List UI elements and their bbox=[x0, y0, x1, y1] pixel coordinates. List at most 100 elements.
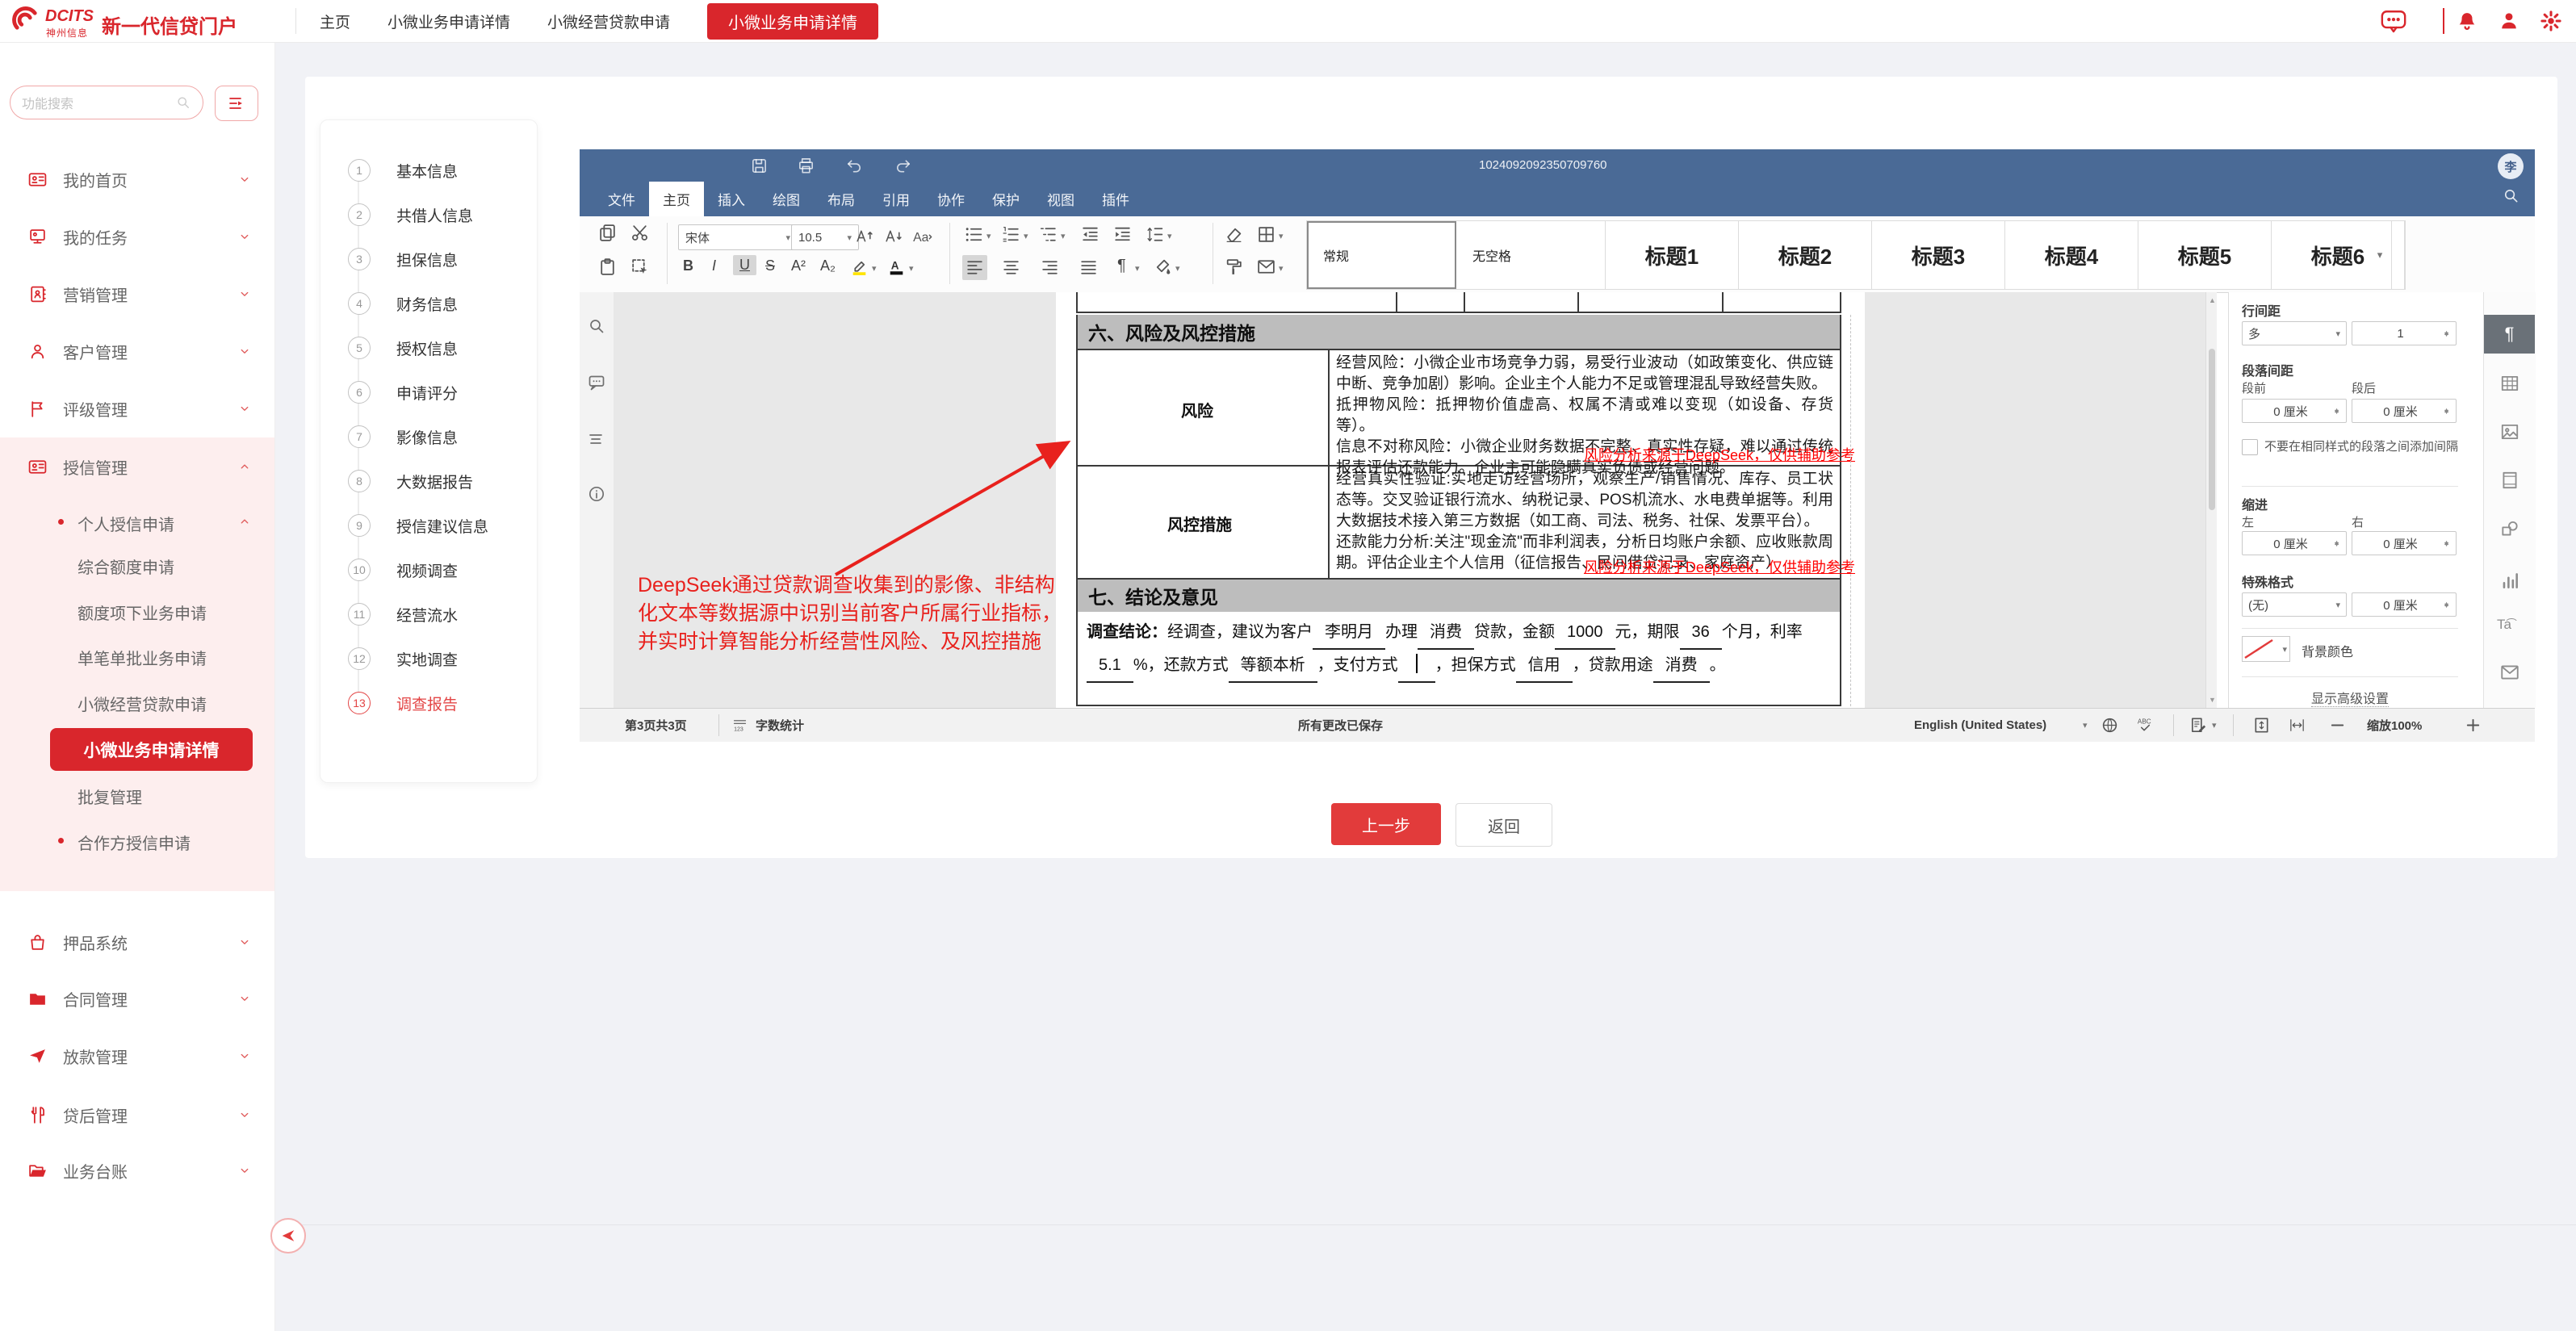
navigation-icon[interactable] bbox=[587, 429, 606, 449]
about-icon[interactable] bbox=[587, 484, 606, 504]
editor-tab-保护[interactable]: 保护 bbox=[978, 182, 1033, 216]
paste-icon[interactable] bbox=[597, 257, 618, 277]
zoom-in-icon[interactable] bbox=[2464, 716, 2482, 735]
style-常规[interactable]: 常规 bbox=[1307, 221, 1456, 289]
editor-tab-主页[interactable]: 主页 bbox=[649, 182, 704, 216]
step-10-视频调查[interactable]: 10视频调查 bbox=[320, 559, 537, 581]
mailmerge-icon[interactable] bbox=[1256, 257, 1276, 277]
shrink-font-icon[interactable] bbox=[883, 226, 903, 246]
grow-font-icon[interactable] bbox=[854, 226, 874, 246]
style-标题5[interactable]: 标题5 bbox=[2138, 221, 2272, 289]
table-settings-tab[interactable] bbox=[2499, 373, 2520, 394]
editor-tab-布局[interactable]: 布局 bbox=[814, 182, 869, 216]
find-icon[interactable] bbox=[587, 316, 606, 336]
editor-tab-视图[interactable]: 视图 bbox=[1033, 182, 1088, 216]
sidebar-item-押品系统[interactable]: 押品系统 bbox=[0, 919, 274, 965]
style-无空格[interactable]: 无空格 bbox=[1456, 221, 1606, 289]
panel-collapse-button[interactable] bbox=[270, 1218, 306, 1254]
sidebar-subitem-合作方授信申请[interactable]: 合作方授信申请 bbox=[77, 831, 191, 854]
print-icon[interactable] bbox=[797, 157, 815, 175]
spacing-before-stepper[interactable]: 0 厘米▲▼ bbox=[2242, 399, 2347, 423]
fit-width-icon[interactable] bbox=[2288, 716, 2306, 735]
spellcheck-icon[interactable]: ABC bbox=[2136, 716, 2155, 735]
sidebar-item-评级管理[interactable]: 评级管理 bbox=[0, 386, 274, 431]
sidebar-subitem-单笔单批业务申请[interactable]: 单笔单批业务申请 bbox=[77, 646, 207, 669]
editor-tab-引用[interactable]: 引用 bbox=[869, 182, 924, 216]
style-标题3[interactable]: 标题3 bbox=[1872, 221, 2005, 289]
superscript-button[interactable]: A² bbox=[791, 257, 806, 274]
header-tab-3[interactable]: 小微经营贷款申请 bbox=[547, 10, 670, 32]
prev-step-button[interactable]: 上一步 bbox=[1331, 803, 1441, 845]
font-name-select[interactable]: 宋体▾ bbox=[678, 224, 798, 250]
sidebar-item-合同管理[interactable]: 合同管理 bbox=[0, 976, 274, 1021]
bullet-list-icon[interactable] bbox=[964, 224, 984, 245]
back-button[interactable]: 返回 bbox=[1456, 803, 1552, 847]
image-settings-tab[interactable] bbox=[2499, 421, 2520, 442]
cut-icon[interactable] bbox=[630, 223, 650, 243]
scrollbar-thumb[interactable] bbox=[2209, 349, 2215, 510]
font-color-chevron[interactable]: ▾ bbox=[909, 263, 914, 274]
special-format-amount-stepper[interactable]: 0 厘米▲▼ bbox=[2352, 592, 2457, 617]
sidebar-subitem-批复管理[interactable]: 批复管理 bbox=[77, 785, 142, 808]
same-style-checkbox[interactable] bbox=[2242, 439, 2258, 455]
step-2-共借人信息[interactable]: 2共借人信息 bbox=[320, 203, 537, 226]
set-language-icon[interactable] bbox=[2101, 716, 2119, 735]
textart-settings-tab[interactable]: Ta͡ bbox=[2497, 617, 2511, 633]
step-11-经营流水[interactable]: 11经营流水 bbox=[320, 603, 537, 626]
editor-tab-文件[interactable]: 文件 bbox=[594, 182, 649, 216]
editor-avatar[interactable]: 李 bbox=[2498, 153, 2524, 179]
sidebar-subitem-个人授信申请[interactable]: 个人授信申请 bbox=[77, 512, 174, 535]
align-left-icon[interactable] bbox=[962, 255, 987, 280]
line-spacing-factor-stepper[interactable]: 1▲▼ bbox=[2352, 321, 2457, 345]
sidebar-subitem-active-小微业务申请详情[interactable]: 小微业务申请详情 bbox=[50, 728, 253, 771]
fit-page-icon[interactable] bbox=[2252, 716, 2271, 735]
numbered-list-icon[interactable] bbox=[1001, 224, 1021, 245]
sidebar-item-授信管理[interactable]: 授信管理 bbox=[0, 444, 274, 489]
sidebar-item-业务台账[interactable]: 业务台账 bbox=[0, 1148, 274, 1193]
word-count-icon[interactable]: 123 bbox=[731, 717, 748, 734]
align-center-icon[interactable] bbox=[1001, 257, 1021, 278]
style-gallery-more[interactable]: ▾ bbox=[2369, 220, 2392, 290]
sidebar-subitem-小微经营贷款申请[interactable]: 小微经营贷款申请 bbox=[77, 692, 207, 715]
step-8-大数据报告[interactable]: 8大数据报告 bbox=[320, 470, 537, 492]
editor-tab-插入[interactable]: 插入 bbox=[704, 182, 759, 216]
paragraph-mark-icon[interactable]: ¶ bbox=[1117, 257, 1126, 275]
align-right-icon[interactable] bbox=[1040, 257, 1060, 278]
special-format-select[interactable]: (无)▾ bbox=[2242, 592, 2347, 617]
style-标题1[interactable]: 标题1 bbox=[1606, 221, 1739, 289]
gear-icon[interactable] bbox=[2540, 10, 2562, 32]
style-标题2[interactable]: 标题2 bbox=[1739, 221, 1872, 289]
sidebar-item-我的首页[interactable]: 我的首页 bbox=[0, 157, 274, 202]
copy-icon[interactable] bbox=[597, 223, 618, 243]
header-tab-2[interactable]: 小微业务申请详情 bbox=[387, 10, 510, 32]
track-changes-chevron[interactable]: ▾ bbox=[2212, 709, 2217, 742]
chart-settings-tab[interactable] bbox=[2499, 570, 2520, 591]
subscript-button[interactable]: A₂ bbox=[820, 257, 836, 274]
sidebar-item-我的任务[interactable]: 我的任务 bbox=[0, 214, 274, 259]
strikethrough-button[interactable]: S bbox=[765, 257, 775, 274]
multilevel-list-icon[interactable] bbox=[1038, 224, 1058, 245]
editor-search-icon[interactable] bbox=[2502, 186, 2520, 205]
header-tab-4[interactable]: 小微业务申请详情 bbox=[707, 3, 878, 40]
indent-left-stepper[interactable]: 0 厘米▲▼ bbox=[2242, 531, 2347, 555]
zoom-out-icon[interactable] bbox=[2328, 716, 2347, 735]
step-6-申请评分[interactable]: 6申请评分 bbox=[320, 381, 537, 404]
page-indicator[interactable]: 第3页共3页 bbox=[625, 709, 687, 742]
sidebar-subitem-综合额度申请[interactable]: 综合额度申请 bbox=[77, 555, 174, 578]
align-justify-icon[interactable] bbox=[1079, 257, 1099, 278]
italic-button[interactable]: I bbox=[712, 257, 716, 274]
format-painter-icon[interactable] bbox=[1224, 257, 1244, 277]
paragraph-settings-tab[interactable]: ¶ bbox=[2484, 315, 2535, 354]
line-spacing-icon[interactable] bbox=[1145, 224, 1165, 245]
step-13-调查报告[interactable]: 13调查报告 bbox=[320, 692, 537, 714]
search-icon[interactable] bbox=[175, 94, 191, 111]
step-12-实地调查[interactable]: 12实地调查 bbox=[320, 647, 537, 670]
header-tab-1[interactable]: 主页 bbox=[320, 10, 350, 32]
select-icon[interactable] bbox=[630, 257, 650, 277]
save-icon[interactable] bbox=[750, 157, 769, 175]
highlight-color-icon[interactable] bbox=[849, 257, 869, 277]
sidebar-subitem-额度项下业务申请[interactable]: 额度项下业务申请 bbox=[77, 601, 207, 624]
step-9-授信建议信息[interactable]: 9授信建议信息 bbox=[320, 514, 537, 537]
user-icon[interactable] bbox=[2498, 10, 2520, 32]
bold-button[interactable]: B bbox=[683, 257, 693, 274]
